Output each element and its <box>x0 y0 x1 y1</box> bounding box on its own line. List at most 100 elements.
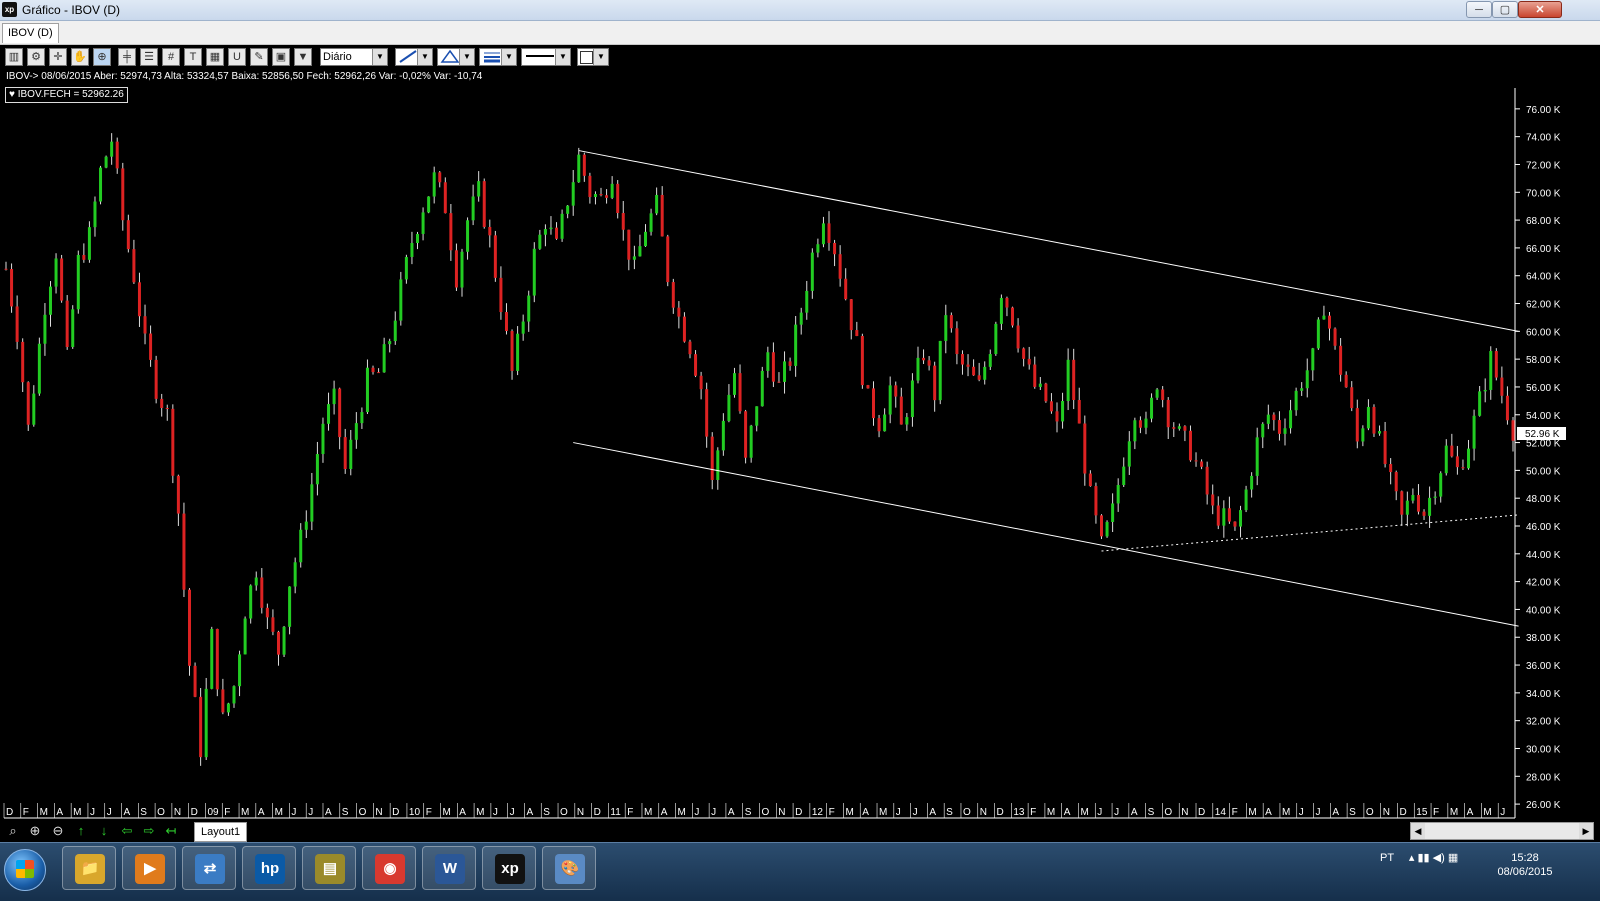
candle-body <box>1266 414 1270 424</box>
filter-icon[interactable]: ▼ <box>294 48 312 66</box>
text-icon[interactable]: T <box>184 48 202 66</box>
candle-body <box>871 388 875 419</box>
x-tick-label: A <box>1064 807 1071 818</box>
layout-tab[interactable]: Layout1 <box>194 822 248 842</box>
y-tick-label: 44.00 K <box>1526 550 1561 561</box>
candle-body <box>582 154 586 176</box>
x-tick-label: M <box>1248 807 1256 818</box>
down-arrow-icon[interactable]: ↓ <box>95 823 113 839</box>
x-tick-label: F <box>829 807 835 818</box>
eraser-icon[interactable]: ✎ <box>250 48 268 66</box>
candle-body <box>410 243 414 258</box>
fibonacci-icon[interactable]: ☰ <box>140 48 158 66</box>
scroll-left-icon[interactable]: ◀ <box>1411 823 1425 839</box>
candle-body <box>1483 389 1487 392</box>
y-tick-label: 58.00 K <box>1526 355 1561 366</box>
line-width-icon <box>484 52 500 63</box>
candle-body <box>1261 423 1265 438</box>
candle-body <box>1416 494 1420 512</box>
candle-body <box>949 315 953 329</box>
scroll-right-icon[interactable]: ▶ <box>1579 823 1593 839</box>
series-legend[interactable]: ♥ IBOV.FECH = 52962.26 <box>5 87 128 103</box>
calculator-icon[interactable]: ▦ <box>206 48 224 66</box>
candle-body <box>149 333 153 360</box>
zoom-out-icon[interactable]: ⊖ <box>49 823 67 839</box>
line-style-select[interactable]: ▼ <box>521 48 571 66</box>
zoom-in-icon[interactable]: ⊕ <box>26 823 44 839</box>
clock[interactable]: 15:28 08/06/2015 <box>1490 851 1560 879</box>
y-tick-label: 74.00 K <box>1526 133 1561 144</box>
horizontal-line-icon[interactable]: ╪ <box>118 48 136 66</box>
settings-icon[interactable]: ⚙ <box>27 48 45 66</box>
tray-icons[interactable]: ▴ ▮▮ ◀) ▦ <box>1409 852 1458 864</box>
clipboard-icon[interactable]: ▣ <box>272 48 290 66</box>
candle-body <box>983 366 987 380</box>
x-tick-label: J <box>913 807 918 818</box>
x-tick-label: N <box>577 807 584 818</box>
y-tick-label: 62.00 K <box>1526 300 1561 311</box>
taskbar-hp-button[interactable]: hp <box>242 846 296 890</box>
candle-body <box>188 589 192 666</box>
candle-body <box>10 269 14 307</box>
candle-body <box>1277 420 1281 434</box>
taskbar-chrome-button[interactable]: ◉ <box>362 846 416 890</box>
language-indicator[interactable]: PT <box>1380 852 1394 864</box>
candle-body <box>638 246 642 257</box>
zoom-icon[interactable]: ⌕ <box>4 823 22 839</box>
taskbar-scanner-button[interactable]: ▤ <box>302 846 356 890</box>
xp-icon: xp <box>495 854 525 884</box>
candle-body <box>204 688 208 758</box>
candle-body <box>65 300 69 347</box>
line-tool-select[interactable]: ▼ <box>395 48 433 66</box>
taskbar-media-player-button[interactable]: ▶ <box>122 846 176 890</box>
candle-body <box>955 328 959 355</box>
shape-tool-select[interactable]: ▼ <box>437 48 475 66</box>
candle-body <box>427 196 431 213</box>
candle-body <box>1094 486 1098 516</box>
candle-body <box>276 631 280 655</box>
plot-area <box>4 88 1515 818</box>
x-tick-label: 15 <box>1416 807 1428 818</box>
period-select[interactable]: Diário ▼ <box>320 48 388 66</box>
zoom-tool-icon[interactable]: ⊕ <box>93 48 111 66</box>
price-chart[interactable]: 76.00 K 74.00 K 72.00 K 70.00 K 68.00 K 66.00… <box>0 0 1600 900</box>
x-tick-label: A <box>1467 807 1474 818</box>
crosshair-icon[interactable]: ✛ <box>49 48 67 66</box>
candle-body <box>260 577 264 608</box>
candle-body <box>1200 461 1204 467</box>
grid-icon[interactable]: # <box>162 48 180 66</box>
candle-body <box>1088 473 1092 487</box>
candle-body <box>599 194 603 196</box>
candle-body <box>1511 420 1515 441</box>
up-arrow-icon[interactable]: ↑ <box>72 823 90 839</box>
back-icon[interactable]: ↤ <box>162 823 180 839</box>
candle-body <box>1183 426 1187 431</box>
x-tick-label: A <box>862 807 869 818</box>
horizontal-scrollbar[interactable]: ◀ ▶ <box>1410 822 1594 840</box>
chart-type-icon[interactable]: ▥ <box>5 48 23 66</box>
candle-body <box>771 352 775 382</box>
candle-body <box>1489 351 1493 390</box>
x-tick-label: M <box>40 807 48 818</box>
candle-body <box>977 375 981 380</box>
candle-body <box>1333 328 1337 346</box>
candle-body <box>855 330 859 337</box>
right-arrow-icon[interactable]: ⇨ <box>140 823 158 839</box>
line-width-select[interactable]: ▼ <box>479 48 517 66</box>
taskbar-xp-button[interactable]: xp <box>482 846 536 890</box>
magnet-icon[interactable]: U <box>228 48 246 66</box>
hand-icon[interactable]: ✋ <box>71 48 89 66</box>
start-button[interactable] <box>4 849 46 891</box>
candle-body <box>927 360 931 366</box>
candle-body <box>115 141 119 169</box>
taskbar-explorer-button[interactable]: 📁 <box>62 846 116 890</box>
candle-body <box>71 309 75 347</box>
y-tick-label: 56.00 K <box>1526 383 1561 394</box>
taskbar-word-button[interactable]: W <box>422 846 476 890</box>
candle-body <box>677 307 681 317</box>
color-select[interactable]: ▼ <box>577 48 609 66</box>
left-arrow-icon[interactable]: ⇦ <box>118 823 136 839</box>
taskbar-paint-button[interactable]: 🎨 <box>542 846 596 890</box>
candle-body <box>93 201 97 228</box>
taskbar-network-button[interactable]: ⇄ <box>182 846 236 890</box>
